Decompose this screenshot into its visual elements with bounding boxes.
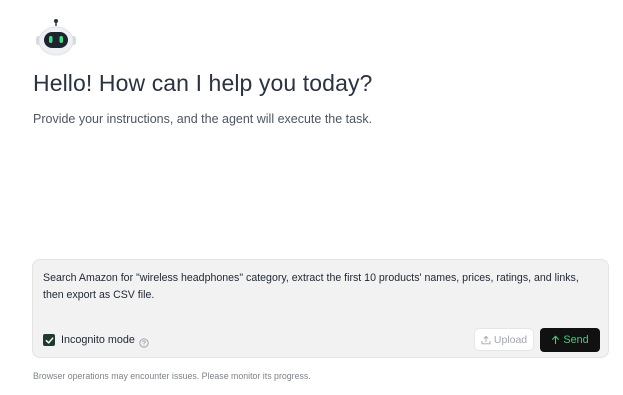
upload-label: Upload [493,333,528,346]
upload-button[interactable]: Upload [474,328,534,351]
arrow-up-icon [551,335,560,345]
send-label: Send [563,334,589,346]
robot-icon [34,18,78,56]
question-circle-icon[interactable] [139,335,149,348]
incognito-label: Incognito mode [61,334,135,346]
prompt-composer: Search Amazon for "wireless headphones" … [32,259,609,358]
upload-icon [481,335,491,345]
footer-notice: Browser operations may encounter issues.… [33,371,311,381]
page-subtitle: Provide your instructions, and the agent… [33,112,373,126]
prompt-input[interactable]: Search Amazon for "wireless headphones" … [43,270,598,303]
page-title: Hello! How can I help you today? [33,70,373,96]
incognito-toggle[interactable]: Incognito mode [43,334,149,348]
incognito-checkbox[interactable] [43,334,55,346]
check-icon [45,336,53,344]
send-button[interactable]: Send [540,328,600,352]
